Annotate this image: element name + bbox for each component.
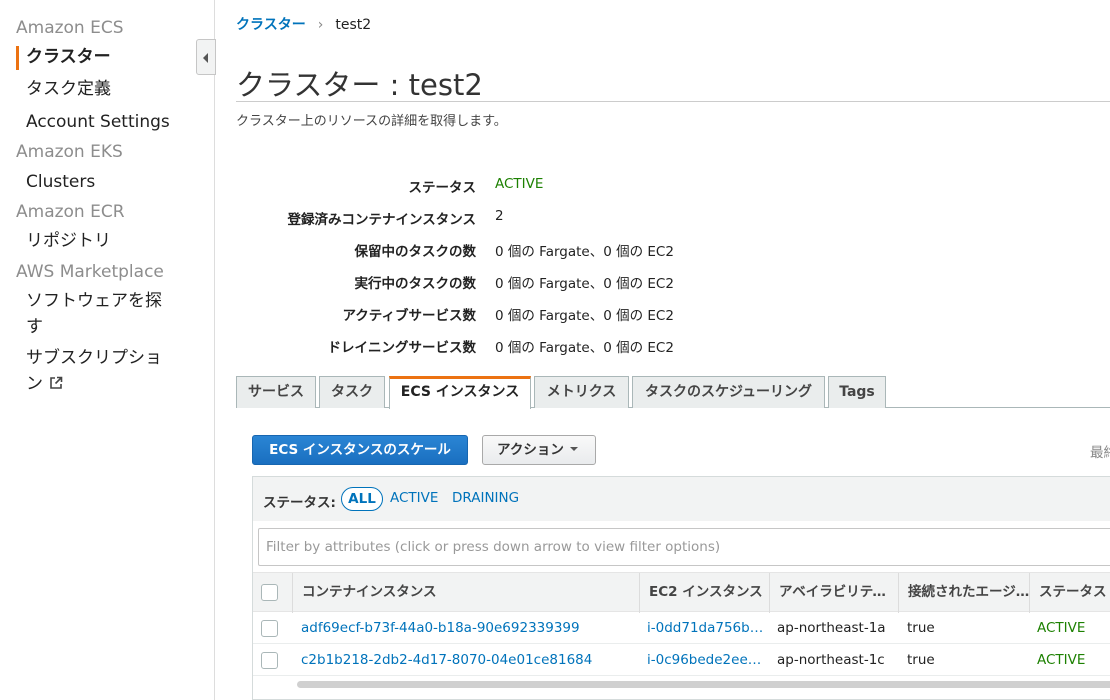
sidebar: Amazon ECS クラスター タスク定義 Account Settings …	[0, 0, 216, 700]
sidebar-item-task-definitions[interactable]: タスク定義	[26, 76, 196, 102]
container-instance-link[interactable]: c2b1b218-2db2-4d17-8070-04e01ce81684	[301, 644, 636, 676]
select-all-checkbox[interactable]	[261, 584, 278, 601]
detail-value: 0 個の Fargate、0 個の EC2	[495, 308, 674, 324]
sidebar-item-clusters[interactable]: クラスター	[26, 44, 196, 70]
chevron-down-icon	[569, 447, 578, 451]
breadcrumb-current: test2	[335, 17, 372, 33]
sidebar-group-ecs: Amazon ECS	[16, 18, 124, 38]
status-cell: ACTIVE	[1037, 620, 1086, 636]
detail-label: 実行中のタスクの数	[354, 276, 477, 292]
column-header-ec2-instance[interactable]: EC2 インスタンス	[639, 573, 770, 613]
agent-connected-cell: true	[907, 620, 935, 636]
column-header-agent-connected[interactable]: 接続されたエージェント	[898, 573, 1030, 613]
sidebar-item-eks-clusters[interactable]: Clusters	[26, 169, 196, 195]
status-filter-draining[interactable]: DRAINING	[452, 487, 519, 511]
detail-value: 0 個の Fargate、0 個の EC2	[495, 276, 674, 292]
detail-label: アクティブサービス数	[342, 308, 476, 324]
title-divider	[236, 101, 1110, 102]
column-header-availability-zone[interactable]: アベイラビリティーゾーン	[769, 573, 899, 613]
detail-value: 0 個の Fargate、0 個の EC2	[495, 340, 674, 356]
container-instance-link[interactable]: adf69ecf-b73f-44a0-b18a-90e692339399	[301, 612, 636, 644]
table-header: コンテナインスタンス EC2 インスタンス アベイラビリティーゾーン 接続された…	[253, 572, 1110, 613]
sidebar-item-repositories[interactable]: リポジトリ	[26, 228, 196, 254]
status-filter-label: ステータス:	[263, 495, 336, 511]
status-filter-bar: ステータス: ALL ACTIVE DRAINING	[253, 477, 1110, 521]
ec2-instance-link[interactable]: i-0c96bede2ee…	[647, 644, 765, 676]
sidebar-group-marketplace: AWS Marketplace	[16, 262, 164, 282]
sidebar-active-indicator	[16, 46, 19, 70]
actions-dropdown-button[interactable]: アクション	[482, 435, 596, 465]
page-description: クラスター上のリソースの詳細を取得します。	[236, 114, 507, 129]
detail-row-status: ステータス ACTIVE	[216, 176, 916, 200]
detail-row-registered-instances: 登録済みコンテナインスタンス 2	[216, 208, 916, 232]
table-row: c2b1b218-2db2-4d17-8070-04e01ce81684 i-0…	[253, 644, 1110, 676]
collapse-sidebar-button[interactable]	[196, 39, 216, 75]
filter-attributes-input[interactable]: Filter by attributes (click or press dow…	[258, 528, 1110, 566]
page-title: クラスター : test2	[236, 68, 483, 102]
scale-ecs-instances-button[interactable]: ECS インスタンスのスケール	[252, 435, 468, 465]
detail-label: ドレイニングサービス数	[327, 340, 477, 356]
availability-zone-cell: ap-northeast-1a	[777, 620, 886, 636]
tab-ecs-instances[interactable]: ECS インスタンス	[389, 376, 531, 409]
actions-button-label: アクション	[497, 442, 564, 458]
status-cell: ACTIVE	[1037, 652, 1086, 668]
sidebar-group-eks: Amazon EKS	[16, 142, 123, 162]
agent-connected-cell: true	[907, 652, 935, 668]
status-filter-all[interactable]: ALL	[341, 487, 383, 511]
detail-label: 保留中のタスクの数	[354, 244, 477, 260]
sidebar-item-subscriptions[interactable]: サブスクリプション	[26, 345, 176, 397]
tab-task-scheduling[interactable]: タスクのスケジューリング	[632, 376, 825, 408]
external-link-icon	[50, 376, 63, 389]
breadcrumb-separator: ›	[317, 17, 324, 33]
sidebar-item-subscriptions-label: サブスクリプション	[26, 348, 162, 394]
column-header-container-instance[interactable]: コンテナインスタンス	[292, 573, 640, 613]
sidebar-item-discover-software[interactable]: ソフトウェアを探す	[26, 288, 176, 340]
detail-row-draining-services: ドレイニングサービス数 0 個の Fargate、0 個の EC2	[216, 336, 916, 360]
last-updated-label: 最終	[1090, 445, 1110, 461]
sidebar-item-account-settings[interactable]: Account Settings	[26, 109, 196, 135]
sidebar-group-ecr: Amazon ECR	[16, 202, 125, 222]
detail-row-pending-tasks: 保留中のタスクの数 0 個の Fargate、0 個の EC2	[216, 240, 916, 264]
tab-tags[interactable]: Tags	[828, 376, 886, 408]
tab-bar: サービス タスク ECS インスタンス メトリクス タスクのスケジューリング T…	[236, 376, 1110, 409]
detail-value-status: ACTIVE	[495, 176, 544, 192]
row-checkbox[interactable]	[261, 620, 278, 637]
table-row: adf69ecf-b73f-44a0-b18a-90e692339399 i-0…	[253, 612, 1110, 644]
detail-value: 0 個の Fargate、0 個の EC2	[495, 244, 674, 260]
detail-row-active-services: アクティブサービス数 0 個の Fargate、0 個の EC2	[216, 304, 916, 328]
tab-tasks[interactable]: タスク	[319, 376, 385, 408]
instances-panel: ステータス: ALL ACTIVE DRAINING Filter by att…	[252, 476, 1110, 700]
main-content: クラスター › test2 クラスター : test2 クラスター上のリソースの詳細…	[216, 0, 1110, 700]
column-header-status[interactable]: ステータス	[1029, 573, 1110, 613]
row-checkbox[interactable]	[261, 652, 278, 669]
detail-value: 2	[495, 208, 504, 224]
detail-row-running-tasks: 実行中のタスクの数 0 個の Fargate、0 個の EC2	[216, 272, 916, 296]
tab-metrics[interactable]: メトリクス	[534, 376, 629, 408]
horizontal-scrollbar[interactable]	[297, 681, 1110, 688]
status-filter-active[interactable]: ACTIVE	[390, 487, 438, 511]
breadcrumb-clusters-link[interactable]: クラスター	[236, 17, 306, 33]
detail-label: 登録済みコンテナインスタンス	[287, 212, 476, 228]
breadcrumb: クラスター › test2	[236, 14, 371, 34]
availability-zone-cell: ap-northeast-1c	[777, 652, 885, 668]
detail-label: ステータス	[408, 180, 477, 196]
ec2-instance-link[interactable]: i-0dd71da756b…	[647, 612, 765, 644]
tab-services[interactable]: サービス	[236, 376, 316, 408]
